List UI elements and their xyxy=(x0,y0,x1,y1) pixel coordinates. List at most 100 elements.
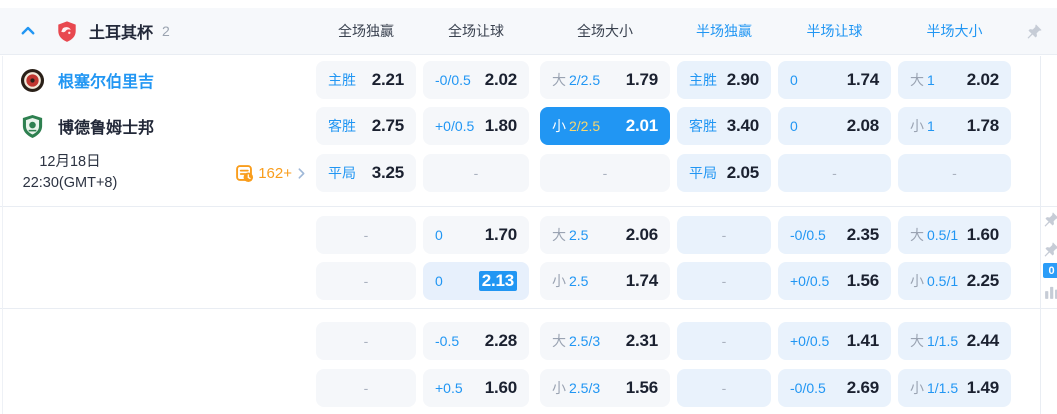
column-header-ft-handicap: 全场让球 xyxy=(448,23,504,39)
home-team-odds-cells: 主胜 2.21 -0/0.5 2.02 大 2/2.5 1.79 主胜 2.90 0 1.74 大 1 2… xyxy=(316,61,1011,99)
stats-bars-icon[interactable] xyxy=(1043,284,1057,306)
odds-cell-empty: - xyxy=(677,216,771,254)
odds-cell[interactable]: 0 2.08 xyxy=(778,107,891,145)
odds-cell[interactable]: 大 2.5 2.06 xyxy=(540,216,670,254)
odds-value: 2.75 xyxy=(371,116,404,135)
collapse-chevron-up-icon[interactable] xyxy=(19,22,37,40)
odds-cell-empty: - xyxy=(677,322,771,360)
odds-cell[interactable]: +0/0.5 1.80 xyxy=(423,107,529,145)
odds-cell[interactable]: 主胜 2.90 xyxy=(677,61,771,99)
odds-value: 1.60 xyxy=(966,225,999,244)
odds-value: 2.08 xyxy=(846,116,879,135)
odds-cell[interactable]: -0.5 2.28 xyxy=(423,322,529,360)
odds-cell[interactable]: 客胜 3.40 xyxy=(677,107,771,145)
away-team-badge-icon xyxy=(20,114,45,139)
odds-cell[interactable]: 大 1/1.5 2.44 xyxy=(898,322,1011,360)
alt-line-row: -0 1.70 大 2.5 2.06- -0/0.5 2.35 大 0.5/1 1.60 xyxy=(0,216,1057,254)
overunder-prefix: 大 xyxy=(910,227,924,243)
odds-value: 3.40 xyxy=(726,116,759,135)
odds-value: 1.74 xyxy=(625,271,658,290)
odds-label: 大 0.5/1 xyxy=(910,225,958,245)
odds-cell[interactable]: 平局 2.05 xyxy=(677,154,771,192)
pin-icon[interactable] xyxy=(1026,23,1043,40)
odds-panel: 土耳其杯 2 全场独赢 全场让球 全场大小 半场独赢 半场让球 半场大小 根塞尔… xyxy=(0,0,1057,414)
odds-cell[interactable]: -0/0.5 2.35 xyxy=(778,216,891,254)
odds-cell[interactable]: 小 2.5 1.74 xyxy=(540,262,670,300)
overunder-prefix: 大 xyxy=(910,333,924,349)
league-logo-icon xyxy=(56,20,78,43)
odds-cell[interactable]: 主胜 2.21 xyxy=(316,61,416,99)
empty-slot xyxy=(0,262,316,300)
overunder-prefix: 小 xyxy=(552,273,566,289)
odds-label: -0/0.5 xyxy=(790,380,826,396)
alt-odds-cells: - -0.5 2.28 大 2.5/3 2.31- +0/0.5 1.41 大 1/1.5 2.44 xyxy=(316,322,1011,360)
odds-cell[interactable]: 小 2/2.5 2.01 xyxy=(540,107,670,145)
odds-value: 2.44 xyxy=(966,331,999,350)
odds-cell-empty: - xyxy=(316,322,416,360)
odds-cell[interactable]: 客胜 2.75 xyxy=(316,107,416,145)
home-team-badge-icon xyxy=(20,68,45,93)
odds-label: 大1 xyxy=(910,70,935,90)
chevron-right-icon xyxy=(298,167,305,179)
counter-badge[interactable]: 0 xyxy=(1043,263,1057,278)
odds-cell[interactable]: 小 2.5/3 1.56 xyxy=(540,369,670,407)
overunder-prefix: 小 xyxy=(910,380,924,396)
overunder-prefix: 小 xyxy=(552,380,566,396)
odds-cell[interactable]: +0/0.5 1.41 xyxy=(778,322,891,360)
odds-cell[interactable]: 0 1.74 xyxy=(778,61,891,99)
away-team-name[interactable]: 博德鲁姆士邦 xyxy=(58,114,154,138)
odds-label: 0 xyxy=(790,72,798,88)
odds-cell[interactable]: 大 2.5/3 2.31 xyxy=(540,322,670,360)
more-markets-link[interactable]: 162+ xyxy=(235,164,308,183)
column-header-ht-overunder: 半场大小 xyxy=(926,23,983,39)
odds-value: 2.25 xyxy=(966,271,999,290)
odds-value: 2.01 xyxy=(625,116,658,135)
odds-label: 小 0.5/1 xyxy=(910,271,958,291)
home-team-name[interactable]: 根塞尔伯里吉 xyxy=(58,68,154,92)
overunder-line: 1/1.5 xyxy=(927,333,959,349)
league-name: 土耳其杯 xyxy=(89,25,154,42)
pin-icon[interactable] xyxy=(1043,211,1057,233)
league-match-count: 2 xyxy=(162,23,170,39)
odds-label: +0/0.5 xyxy=(435,118,475,134)
odds-value: 1.60 xyxy=(484,378,517,397)
odds-cell[interactable]: 小 1 1.78 xyxy=(898,107,1011,145)
odds-value: 2.06 xyxy=(625,225,658,244)
column-header-ft-1x2: 全场独赢 xyxy=(338,23,394,39)
odds-value: 2.13 xyxy=(478,271,517,291)
odds-cell[interactable]: +0.5 1.60 xyxy=(423,369,529,407)
odds-cell[interactable]: 0 1.70 xyxy=(423,216,529,254)
overunder-line: 2.5/3 xyxy=(569,380,601,396)
alt-lines-section-2: - -0.5 2.28 大 2.5/3 2.31- +0/0.5 1.41 大 1/1.5 2.44… xyxy=(0,309,1057,407)
odds-cell[interactable]: 小 0.5/1 2.25 xyxy=(898,262,1011,300)
odds-cell[interactable]: 0 2.13 xyxy=(423,262,529,300)
odds-cell[interactable]: 大 2/2.5 1.79 xyxy=(540,61,670,99)
overunder-prefix: 大 xyxy=(910,72,924,88)
pin-icon[interactable] xyxy=(1043,241,1057,263)
match-info-row: 12月18日 22:30(GMT+8) 162+ 平局 3.25 - - 平局 … xyxy=(0,153,1057,193)
odds-cell[interactable]: +0/0.5 1.56 xyxy=(778,262,891,300)
odds-cell[interactable]: 平局 3.25 xyxy=(316,154,416,192)
odds-label: -0/0.5 xyxy=(435,72,471,88)
match-date: 12月18日 xyxy=(39,154,101,170)
odds-label: 0 xyxy=(790,118,798,134)
overunder-prefix: 小 xyxy=(552,118,566,134)
match-time: 22:30(GMT+8) xyxy=(22,175,118,191)
odds-cell[interactable]: 大 0.5/1 1.60 xyxy=(898,216,1011,254)
odds-cell-empty: - xyxy=(677,262,771,300)
odds-cell[interactable]: -0/0.5 2.02 xyxy=(423,61,529,99)
odds-cell[interactable]: 小 1/1.5 1.49 xyxy=(898,369,1011,407)
odds-value: 2.28 xyxy=(484,331,517,350)
odds-cell-empty: - xyxy=(677,369,771,407)
odds-label: 平局 xyxy=(328,165,356,181)
away-team-row: 博德鲁姆士邦 客胜 2.75 +0/0.5 1.80 小 2/2.5 2.01 客胜 3.40 0… xyxy=(0,107,1057,145)
odds-cell[interactable]: -0/0.5 2.69 xyxy=(778,369,891,407)
odds-label: 客胜 xyxy=(328,118,356,134)
alt-odds-cells: -0 2.13 小 2.5 1.74- +0/0.5 1.56 小 0.5/1 2.25 xyxy=(316,262,1011,300)
odds-value: 2.02 xyxy=(484,70,517,89)
odds-cell[interactable]: 大 1 2.02 xyxy=(898,61,1011,99)
odds-label: 主胜 xyxy=(689,72,717,88)
odds-value: 2.02 xyxy=(966,70,999,89)
overunder-line: 1 xyxy=(927,118,935,134)
odds-label: 0 xyxy=(435,227,443,243)
